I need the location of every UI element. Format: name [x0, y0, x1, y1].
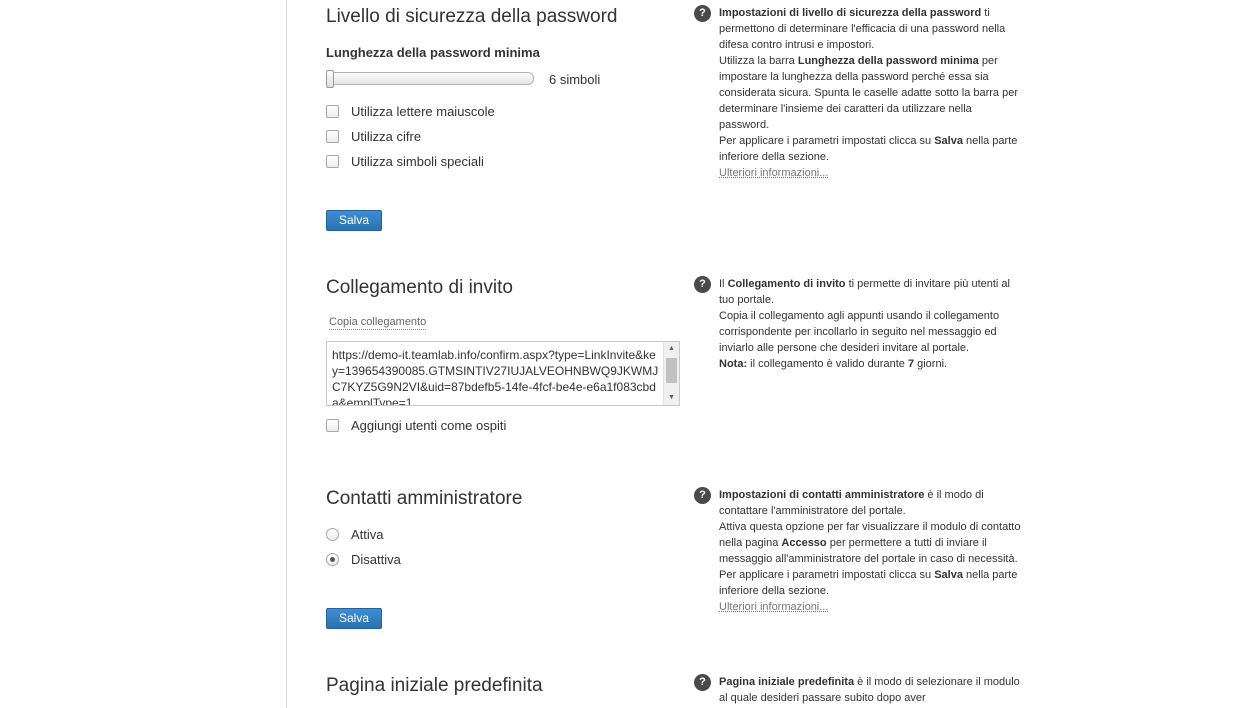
digits-checkbox[interactable] — [326, 130, 339, 143]
special-symbols-option-label: Utilizza simboli speciali — [351, 154, 484, 169]
help-bold: Collegamento di invito — [727, 278, 846, 290]
help-text: Il — [719, 278, 728, 290]
password-length-slider-handle[interactable] — [326, 70, 334, 88]
special-symbols-option[interactable]: Utilizza simboli speciali — [326, 154, 484, 169]
homepage-section-title: Pagina iniziale predefinita — [326, 675, 543, 696]
help-text: Utilizza la barra — [719, 55, 798, 67]
guest-users-option[interactable]: Aggiungi utenti come ospiti — [326, 418, 506, 433]
password-section-title: Livello di sicurezza della password — [326, 6, 618, 27]
help-text: giorni. — [914, 358, 948, 370]
textarea-scrollbar[interactable]: ▲ ▼ — [663, 342, 679, 405]
question-mark-icon: ? — [694, 5, 711, 22]
help-text: Per applicare i parametri impostati clic… — [719, 569, 935, 581]
scroll-down-icon[interactable]: ▼ — [664, 391, 679, 405]
admin-contact-enable-option[interactable]: Attiva — [326, 527, 384, 542]
homepage-help-text: Pagina iniziale predefinita è il modo di… — [719, 674, 1024, 706]
question-mark-icon: ? — [694, 674, 711, 691]
digits-option-label: Utilizza cifre — [351, 129, 422, 144]
help-bold: Lunghezza della password minima — [797, 55, 979, 67]
help-bold: Salva — [934, 135, 963, 147]
uppercase-option[interactable]: Utilizza lettere maiuscole — [326, 104, 495, 119]
invite-link-url: https://demo-it.teamlab.info/confirm.asp… — [332, 348, 659, 406]
copy-link-button[interactable]: Copia collegamento — [329, 316, 427, 330]
scroll-up-icon[interactable]: ▲ — [664, 342, 679, 356]
admin-help-text: Impostazioni di contatti amministratore … — [719, 487, 1024, 615]
help-bold: Impostazioni di livello di sicurezza del… — [719, 7, 982, 19]
help-bold: Accesso — [781, 537, 827, 549]
scrollbar-thumb[interactable] — [666, 358, 677, 383]
admin-more-info-link[interactable]: Ulteriori informazioni... — [719, 601, 828, 613]
help-text: il collegamento è valido durante — [747, 358, 908, 370]
admin-contact-disable-option[interactable]: Disattiva — [326, 552, 401, 567]
disable-radio-label: Disattiva — [351, 552, 401, 567]
guest-users-option-label: Aggiungi utenti come ospiti — [351, 418, 507, 433]
help-bold: Salva — [934, 569, 963, 581]
help-bold: Nota: — [719, 358, 748, 370]
disable-radio[interactable] — [326, 553, 339, 566]
admin-section-title: Contatti amministratore — [326, 488, 523, 509]
invite-section-title: Collegamento di invito — [326, 277, 513, 298]
password-length-value: 6 simboli — [549, 72, 601, 87]
password-save-button[interactable]: Salva — [326, 210, 382, 231]
password-length-slider[interactable] — [326, 72, 534, 85]
question-mark-icon: ? — [694, 487, 711, 504]
password-more-info-link[interactable]: Ulteriori informazioni... — [719, 167, 828, 179]
digits-option[interactable]: Utilizza cifre — [326, 129, 421, 144]
uppercase-checkbox[interactable] — [326, 105, 339, 118]
invite-help-text: Il Collegamento di invito ti permette di… — [719, 276, 1024, 372]
enable-radio[interactable] — [326, 528, 339, 541]
help-bold: Pagina iniziale predefinita — [719, 676, 855, 688]
content-divider — [286, 0, 287, 708]
help-bold: Impostazioni di contatti amministratore — [719, 489, 925, 501]
help-text: Copia il collegamento agli appunti usand… — [719, 310, 1000, 354]
enable-radio-label: Attiva — [351, 527, 384, 542]
admin-save-button[interactable]: Salva — [326, 608, 382, 629]
password-help-text: Impostazioni di livello di sicurezza del… — [719, 5, 1024, 181]
invite-link-textarea[interactable]: https://demo-it.teamlab.info/confirm.asp… — [326, 341, 680, 406]
password-length-label: Lunghezza della password minima — [326, 45, 540, 60]
special-symbols-checkbox[interactable] — [326, 155, 339, 168]
uppercase-option-label: Utilizza lettere maiuscole — [351, 104, 495, 119]
help-text: Per applicare i parametri impostati clic… — [719, 135, 935, 147]
question-mark-icon: ? — [694, 276, 711, 293]
guest-users-checkbox[interactable] — [326, 419, 339, 432]
